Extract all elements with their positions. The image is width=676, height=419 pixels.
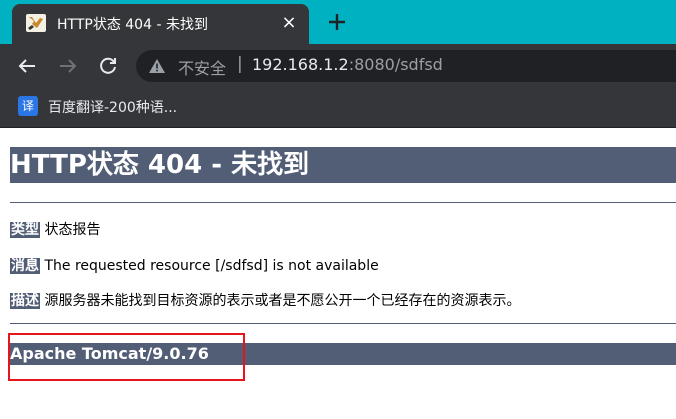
bookmark-label: 百度翻译-200种语... bbox=[48, 100, 178, 116]
description-value: 源服务器未能找到目标资源的表示或者是不愿公开一个已经存在的资源表示。 bbox=[44, 293, 521, 309]
url-text[interactable]: 192.168.1.2:8080/sdfsd bbox=[252, 55, 443, 74]
message-row: 消息 The requested resource [/sdfsd] is no… bbox=[10, 255, 379, 275]
description-label: 描述 bbox=[10, 293, 40, 309]
browser-toolbar: 不安全 | 192.168.1.2:8080/sdfsd bbox=[0, 44, 676, 88]
close-tab-icon[interactable]: × bbox=[279, 13, 299, 33]
new-tab-button[interactable] bbox=[325, 10, 349, 34]
omnibox-separator: | bbox=[237, 54, 243, 74]
forward-arrow-icon[interactable] bbox=[56, 54, 80, 78]
type-value: 状态报告 bbox=[44, 222, 101, 238]
tomcat-favicon-icon bbox=[26, 14, 46, 32]
bookmarks-bar: 译 百度翻译-200种语... bbox=[0, 88, 676, 128]
page-title: HTTP状态 404 - 未找到 bbox=[10, 147, 676, 183]
description-row: 描述 源服务器未能找到目标资源的表示或者是不愿公开一个已经存在的资源表示。 bbox=[10, 290, 520, 310]
type-row: 类型 状态报告 bbox=[10, 219, 100, 239]
back-arrow-icon[interactable] bbox=[15, 54, 39, 78]
tab-strip: HTTP状态 404 - 未找到 × bbox=[0, 0, 676, 44]
divider bbox=[10, 323, 676, 324]
message-value: The requested resource [/sdfsd] is not a… bbox=[44, 258, 379, 274]
tab-title: HTTP状态 404 - 未找到 bbox=[57, 17, 208, 33]
page-content: HTTP状态 404 - 未找到 类型 状态报告 消息 The requeste… bbox=[0, 129, 676, 419]
url-port-path: :8080/sdfsd bbox=[348, 55, 443, 74]
url-host: 192.168.1.2 bbox=[252, 55, 349, 74]
reload-icon[interactable] bbox=[96, 54, 120, 78]
message-label: 消息 bbox=[10, 258, 40, 274]
translate-icon: 译 bbox=[18, 96, 38, 116]
divider bbox=[10, 202, 676, 203]
server-version: Apache Tomcat/9.0.76 bbox=[10, 343, 676, 365]
browser-tab[interactable]: HTTP状态 404 - 未找到 × bbox=[12, 4, 309, 44]
address-bar[interactable]: 不安全 | 192.168.1.2:8080/sdfsd bbox=[136, 50, 676, 82]
type-label: 类型 bbox=[10, 222, 40, 238]
security-status-label[interactable]: 不安全 bbox=[178, 55, 226, 79]
warning-triangle-icon[interactable] bbox=[148, 58, 166, 74]
